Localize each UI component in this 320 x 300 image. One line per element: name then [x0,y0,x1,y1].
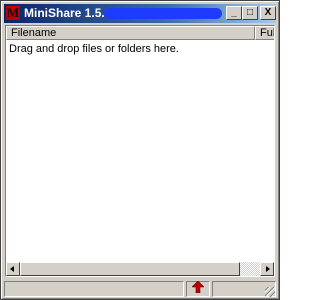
up-arrow-icon [192,281,204,293]
redacted-title-scribble [104,8,222,19]
column-header-full[interactable]: Full [255,26,274,40]
close-button[interactable]: X [260,6,276,20]
maximize-button[interactable]: □ [242,6,258,20]
empty-list-message: Drag and drop files or folders here. [9,43,179,55]
status-pane-main [4,281,184,297]
column-header-row: Filename Full [6,26,274,40]
horizontal-scrollbar[interactable] [6,262,274,276]
minishare-app-icon[interactable]: M [6,6,20,20]
file-list[interactable]: Filename Full Drag and drop files or fol… [5,25,275,277]
scrollbar-thumb[interactable] [20,262,240,276]
title-bar[interactable]: M MiniShare 1.5.4 - _ □ X [4,4,276,23]
scroll-right-button[interactable] [260,262,274,276]
column-header-filename[interactable]: Filename [6,26,255,40]
minishare-window: M MiniShare 1.5.4 - _ □ X Filename Full … [0,0,280,300]
scroll-left-button[interactable] [6,262,20,276]
resize-grip[interactable] [265,287,275,297]
status-bar [4,279,276,298]
minimize-button[interactable]: _ [226,6,242,20]
